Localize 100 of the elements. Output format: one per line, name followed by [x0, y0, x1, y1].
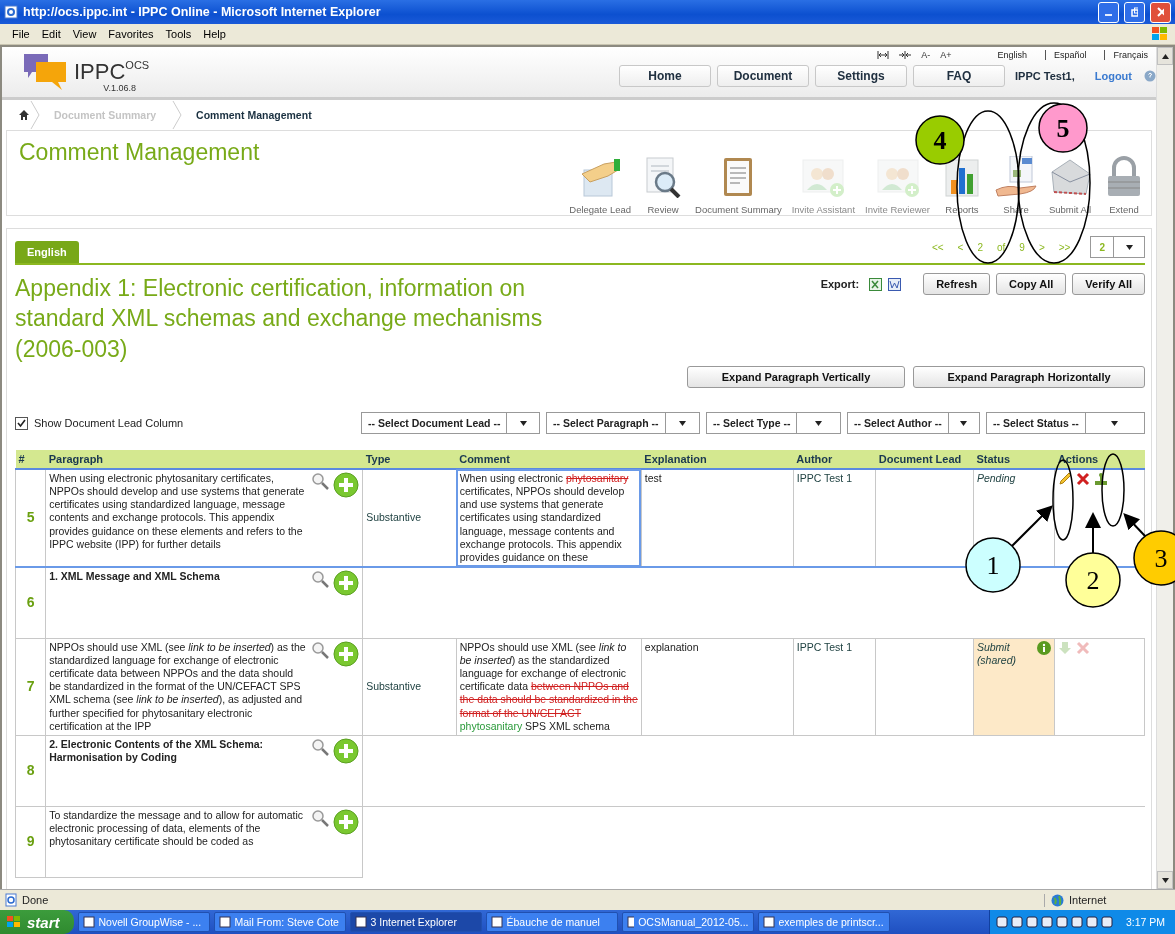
pencil-icon[interactable] — [1058, 472, 1073, 487]
expand-button[interactable]: Expand Paragraph Horizontally — [913, 366, 1145, 389]
language-link[interactable]: Español — [1044, 50, 1095, 60]
callout-badge: 4 — [915, 115, 965, 165]
document-title: Appendix 1: Electronic certification, information on standard XML schemas and exchange mechanisms (2006-003) — [15, 274, 544, 364]
add-icon[interactable] — [333, 808, 360, 835]
nav-button[interactable]: Document — [717, 65, 809, 87]
column-header: Document Lead — [875, 450, 974, 470]
action-button[interactable]: Verify All — [1072, 273, 1145, 295]
dropdown-arrow-icon — [1111, 420, 1119, 426]
menu-item[interactable]: File — [6, 28, 36, 40]
column-header: Comment — [456, 450, 642, 470]
menu-item[interactable]: Tools — [159, 28, 198, 40]
font-size-link[interactable]: A- — [921, 50, 931, 60]
action-button[interactable]: Refresh — [923, 273, 991, 295]
paragraph-number: 7 — [15, 638, 46, 736]
scroll-up-icon[interactable] — [1161, 53, 1169, 59]
taskbar-button[interactable]: Novell GroupWise - ... — [77, 912, 210, 932]
window-icon — [354, 916, 367, 928]
hand-document-icon — [994, 156, 1038, 198]
delete-icon[interactable] — [1076, 472, 1091, 487]
taskbar-button[interactable]: OCSManual_2012-05... — [621, 912, 754, 932]
people-icon — [875, 156, 920, 198]
filter-select[interactable]: -- Select Type -- — [706, 412, 841, 435]
menu-item[interactable]: Favorites — [102, 28, 160, 40]
taskbar-button[interactable]: Mail From: Steve Cote — [213, 912, 346, 932]
tray-icon[interactable] — [1010, 916, 1023, 928]
scrollbar[interactable] — [1156, 47, 1173, 889]
expand-width-icon[interactable] — [877, 51, 890, 59]
author-cell: IPPC Test 1 — [793, 638, 876, 736]
font-size-link[interactable]: A+ — [940, 50, 952, 60]
toolbar-button[interactable]: Review — [636, 156, 691, 215]
expand-button[interactable]: Expand Paragraph Vertically — [687, 366, 905, 389]
menu-item[interactable]: View — [66, 28, 103, 40]
menu-item[interactable]: Help — [197, 28, 232, 40]
export-label: Export: — [820, 278, 860, 290]
toolbar-button[interactable]: Document Summary — [690, 156, 787, 215]
people-icon — [801, 156, 846, 198]
page-title: Comment Management — [19, 139, 260, 166]
filter-select[interactable]: -- Select Document Lead -- — [361, 412, 540, 435]
type-cell: Substantive — [362, 638, 457, 736]
callout-badge: 2 — [1065, 552, 1121, 608]
filter-select[interactable]: -- Select Paragraph -- — [546, 412, 700, 435]
search-icon[interactable] — [311, 472, 330, 491]
toolbar-button[interactable]: Extend — [1097, 156, 1151, 215]
comment-cell[interactable]: When using electronic phytosanitary certificates, NPPOs should develop and use systems that generate certificates using standardized language, message contents and exchange protocols. This appendix provides guidance on these — [456, 469, 642, 567]
dropdown-arrow-icon — [815, 420, 823, 426]
breadcrumb-link[interactable]: Comment Management — [182, 109, 328, 121]
column-header: Type — [362, 450, 457, 470]
paragraph-text: When using electronic phytosanitary certificates, NPPOs should develop and use systems that generate certificates using standardized language, message contents and exchange protocols. This appendix provides guidance on these elements and refers to the IPPC website (IPP) for further details — [49, 472, 306, 551]
search-icon[interactable] — [311, 640, 330, 659]
shrink-width-icon[interactable] — [899, 51, 912, 59]
nav-button[interactable]: Settings — [815, 65, 907, 87]
stamp-icon[interactable] — [1094, 472, 1109, 487]
spreadsheet-icon[interactable] — [869, 277, 883, 291]
tray-icon[interactable] — [1040, 916, 1053, 928]
filter-select[interactable]: -- Select Status -- — [986, 412, 1145, 435]
version-text: V.1.06.8 — [103, 83, 136, 93]
tray-icon[interactable] — [1025, 916, 1038, 928]
home-icon[interactable] — [18, 109, 30, 121]
info-icon[interactable] — [1037, 640, 1052, 655]
start-button[interactable]: start — [0, 910, 74, 934]
action-button[interactable]: Copy All — [996, 273, 1067, 295]
checkbox[interactable] — [15, 416, 28, 430]
search-icon[interactable] — [311, 569, 330, 588]
browser-icon — [4, 5, 18, 19]
add-icon[interactable] — [333, 737, 360, 764]
tray-icon[interactable] — [1085, 916, 1098, 928]
minimize-button[interactable] — [1098, 1, 1119, 23]
toolbar-button[interactable]: Delegate Lead — [564, 156, 637, 215]
scroll-down-icon[interactable] — [1161, 877, 1169, 883]
add-icon[interactable] — [333, 472, 360, 499]
restore-icon — [1131, 7, 1138, 17]
taskbar-button[interactable]: 3 Internet Explorer — [349, 912, 482, 932]
language-link[interactable]: English — [989, 50, 1035, 60]
tray-icon[interactable] — [1070, 916, 1083, 928]
paragraph-heading: 2. Electronic Contents of the XML Schema: Harmonisation by Coding — [49, 737, 265, 765]
comment-cell[interactable]: NPPOs should use XML (see link to be inserted) as the standardized language for exchange of electronic certificate data between NPPOs and the data should be standardized in the format of the UN/CEFACT phytosanitary SPS XML schema — [456, 638, 642, 736]
tray-icon[interactable] — [1100, 916, 1113, 928]
tray-icon[interactable] — [1055, 916, 1068, 928]
explanation-cell: test — [641, 469, 794, 567]
callout-arrow — [1011, 505, 1053, 547]
word-document-icon[interactable] — [888, 277, 902, 291]
taskbar-button[interactable]: exemples de printscr... — [757, 912, 890, 932]
globe-icon — [1051, 893, 1064, 907]
restore-button[interactable] — [1124, 1, 1145, 23]
logout-link[interactable]: Logout — [1088, 69, 1138, 83]
menu-item[interactable]: Edit — [35, 28, 67, 40]
search-icon[interactable] — [311, 737, 330, 756]
nav-button[interactable]: Home — [619, 65, 711, 87]
close-button[interactable] — [1150, 1, 1171, 23]
add-icon[interactable] — [333, 640, 360, 667]
nav-button[interactable]: FAQ — [913, 65, 1005, 87]
filter-select[interactable]: -- Select Author -- — [847, 412, 980, 435]
dropdown-arrow-icon — [519, 420, 527, 426]
add-icon[interactable] — [333, 569, 360, 596]
checkbox-label: Show Document Lead Column — [34, 417, 184, 430]
search-icon[interactable] — [311, 808, 330, 827]
tray-icon[interactable] — [995, 916, 1008, 928]
taskbar-button[interactable]: Ébauche de manuel — [485, 912, 618, 932]
